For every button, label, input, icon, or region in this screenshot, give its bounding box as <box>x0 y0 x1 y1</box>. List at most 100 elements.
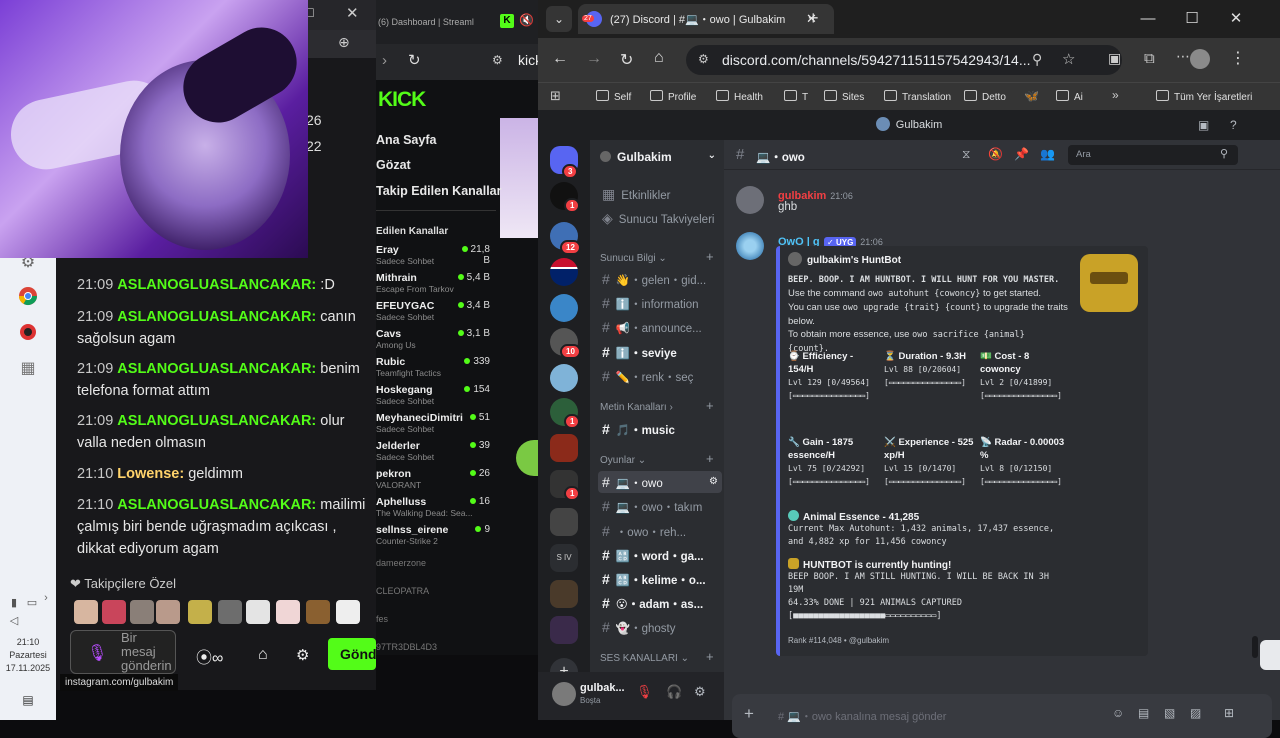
events-item[interactable]: ▦ Etkinlikler <box>598 183 722 205</box>
taskbar-clock[interactable]: 21:10 Pazartesi 17.11.2025 <box>0 636 56 675</box>
server-icon[interactable] <box>550 258 578 286</box>
followed-channel[interactable]: EFEUYGAC Sadece Sohbet 3,4 B <box>376 300 496 322</box>
channel-item[interactable]: # 👻・ghosty <box>598 616 722 638</box>
calculator-icon[interactable]: ▦ <box>14 354 42 382</box>
image-icon[interactable]: ▨ <box>1190 706 1201 720</box>
chat-scrollbar[interactable] <box>1252 636 1258 658</box>
bookmark-sites[interactable]: Sites <box>824 90 864 103</box>
apps-icon[interactable]: ⊞ <box>550 88 561 104</box>
channel-item[interactable]: # ℹ️・information <box>598 292 722 314</box>
kick-logo[interactable]: KICK <box>378 88 426 112</box>
bookmark-ai[interactable]: Ai <box>1056 90 1083 103</box>
message-user[interactable]: ASLANOGLUASLANCAKAR: <box>117 497 316 513</box>
category-games[interactable]: Oyunlar ⌄ <box>600 455 646 466</box>
close-icon[interactable]: ✕ <box>1222 6 1250 32</box>
offline-channel[interactable]: CLEOPATRA <box>376 586 429 596</box>
app-taskbar-icon[interactable] <box>14 318 42 346</box>
category-voice[interactable]: SES KANALLARI ⌄ <box>600 653 689 664</box>
server-folder-icon[interactable] <box>550 616 578 644</box>
bookmark-t[interactable]: T <box>784 90 808 103</box>
pinned-icon[interactable]: 📌 <box>1014 147 1029 161</box>
followed-channel[interactable]: Jelderler Sadece Sohbet 39 <box>376 440 496 462</box>
channel-item-unread[interactable]: # 😮・adam・as... <box>598 592 722 614</box>
extensions-puzzle-icon[interactable]: ⧉ <box>1144 50 1155 67</box>
emote-6[interactable] <box>218 600 242 624</box>
followed-channel[interactable]: pekron VALORANT 26 <box>376 468 496 490</box>
help-icon[interactable]: ? <box>1230 110 1237 140</box>
emote-9[interactable] <box>306 600 330 624</box>
microphone-icon[interactable]: 🎙 <box>87 643 107 663</box>
site-settings-icon[interactable]: ⚙ <box>492 53 503 67</box>
bookmark-profile[interactable]: Profile <box>650 90 696 103</box>
new-tab-icon[interactable]: + <box>808 8 819 29</box>
address-bar[interactable]: ⚙ discord.com/channels/59427115115754294… <box>686 45 1122 75</box>
attach-plus-icon[interactable]: + <box>744 704 754 724</box>
kick-avatar-partial[interactable] <box>516 440 538 476</box>
nav-following[interactable]: Takip Edilen Kanallar <box>376 184 502 198</box>
channel-item[interactable]: # 💻・owo・takım <box>598 495 722 517</box>
translate-icon[interactable]: ⋯ <box>1176 48 1190 65</box>
nav-browse[interactable]: Gözat <box>376 158 411 172</box>
followed-channel[interactable]: MeyhaneciDimitri Sadece Sohbet 51 <box>376 412 496 434</box>
channel-settings-icon[interactable]: ⚙ <box>709 471 718 493</box>
emote-4[interactable] <box>156 600 180 624</box>
side-panel-tab[interactable] <box>1260 640 1280 670</box>
server-icon[interactable] <box>550 364 578 392</box>
notification-icon[interactable]: ▤ <box>14 686 42 714</box>
chrome-taskbar-icon[interactable] <box>14 282 42 310</box>
mic-muted-icon[interactable]: 🎙 <box>636 684 653 700</box>
bot-avatar[interactable] <box>736 232 764 260</box>
zoom-icon[interactable]: ⊕ <box>338 34 350 51</box>
search-input[interactable]: Ara ⚲ <box>1068 145 1238 165</box>
message-user[interactable]: ASLANOGLUASLANCAKAR: <box>117 309 316 325</box>
offline-channel[interactable]: dameerzone <box>376 558 426 568</box>
offline-channel[interactable]: fes <box>376 614 388 624</box>
emote-7[interactable] <box>246 600 270 624</box>
bookmark-detto[interactable]: Detto <box>964 90 1006 103</box>
emote-3[interactable] <box>130 600 154 624</box>
channel-item-unread[interactable]: # 🎵・music <box>598 418 722 440</box>
bluesky-icon[interactable]: 🦋 <box>1024 89 1039 103</box>
followed-channel[interactable]: sellnss_eirene Counter-Strike 29 <box>376 524 496 546</box>
user-name[interactable]: gulbak... <box>580 682 625 694</box>
notifications-off-icon[interactable]: 🔕 <box>988 147 1003 161</box>
channel-item-unread[interactable]: # 🔠・kelime・o... <box>598 568 722 590</box>
server-name-header[interactable]: Gulbakim ⌄ <box>600 150 720 164</box>
add-channel-icon[interactable]: + <box>706 649 714 664</box>
kick-tab-title[interactable]: (6) Dashboard | Streamlab <box>378 17 474 27</box>
message-user[interactable]: ASLANOGLUASLANCAKAR: <box>117 413 316 429</box>
tab-search-icon[interactable]: ⌄ <box>546 6 572 32</box>
minimize-icon[interactable]: — <box>1134 6 1162 32</box>
followed-channel[interactable]: Cavs Among Us 3,1 B <box>376 328 496 350</box>
forward-icon[interactable]: → <box>586 50 602 68</box>
emote-1[interactable] <box>74 600 98 624</box>
extension-icon[interactable]: ▣ <box>1108 50 1121 67</box>
emote-8[interactable] <box>276 600 300 624</box>
discord-tab[interactable]: 27 (27) Discord | #💻・owo | Gulbakim ✕ <box>578 4 834 34</box>
sticker-icon[interactable]: ▧ <box>1164 706 1175 720</box>
channel-item[interactable]: # ✏️・renk・seç <box>598 365 722 387</box>
channel-item-unread[interactable]: # ℹ️・seviye <box>598 341 722 363</box>
add-channel-icon[interactable]: + <box>706 249 714 264</box>
message-user[interactable]: ASLANOGLUASLANCAKAR: <box>117 361 316 377</box>
bookmark-health[interactable]: Health <box>716 90 763 103</box>
boosts-item[interactable]: ◈ Sunucu Takviyeleri <box>598 207 722 229</box>
volume-icon[interactable]: ◁ <box>0 606 28 634</box>
apps-grid-icon[interactable]: ⊞ <box>1224 706 1234 720</box>
channel-item-unread[interactable]: # 🔠・word・ga... <box>598 544 722 566</box>
profile-avatar[interactable] <box>1190 49 1210 69</box>
home-icon[interactable]: ⌂ <box>654 49 664 67</box>
more-bookmarks-icon[interactable]: » <box>1112 88 1119 102</box>
back-icon[interactable]: ← <box>552 50 568 68</box>
gif-icon[interactable]: ▤ <box>1138 706 1149 720</box>
followed-channel[interactable]: Aphelluss The Walking Dead: Sea... 16 <box>376 496 496 518</box>
offline-channel[interactable]: 97TR3DBL4D3 <box>376 642 437 652</box>
kick-stream-thumbnail[interactable] <box>500 118 538 238</box>
headphones-icon[interactable]: 🎧 <box>666 684 682 700</box>
reload-icon[interactable]: ↻ <box>408 51 421 69</box>
bookmark-self[interactable]: Self <box>596 90 631 103</box>
send-button[interactable]: Gönd <box>328 638 376 670</box>
message-user[interactable]: ASLANOGLUASLANCAKAR: <box>117 277 316 293</box>
channel-item[interactable]: # 📢・announce... <box>598 316 722 338</box>
nav-home[interactable]: Ana Sayfa <box>376 133 436 147</box>
